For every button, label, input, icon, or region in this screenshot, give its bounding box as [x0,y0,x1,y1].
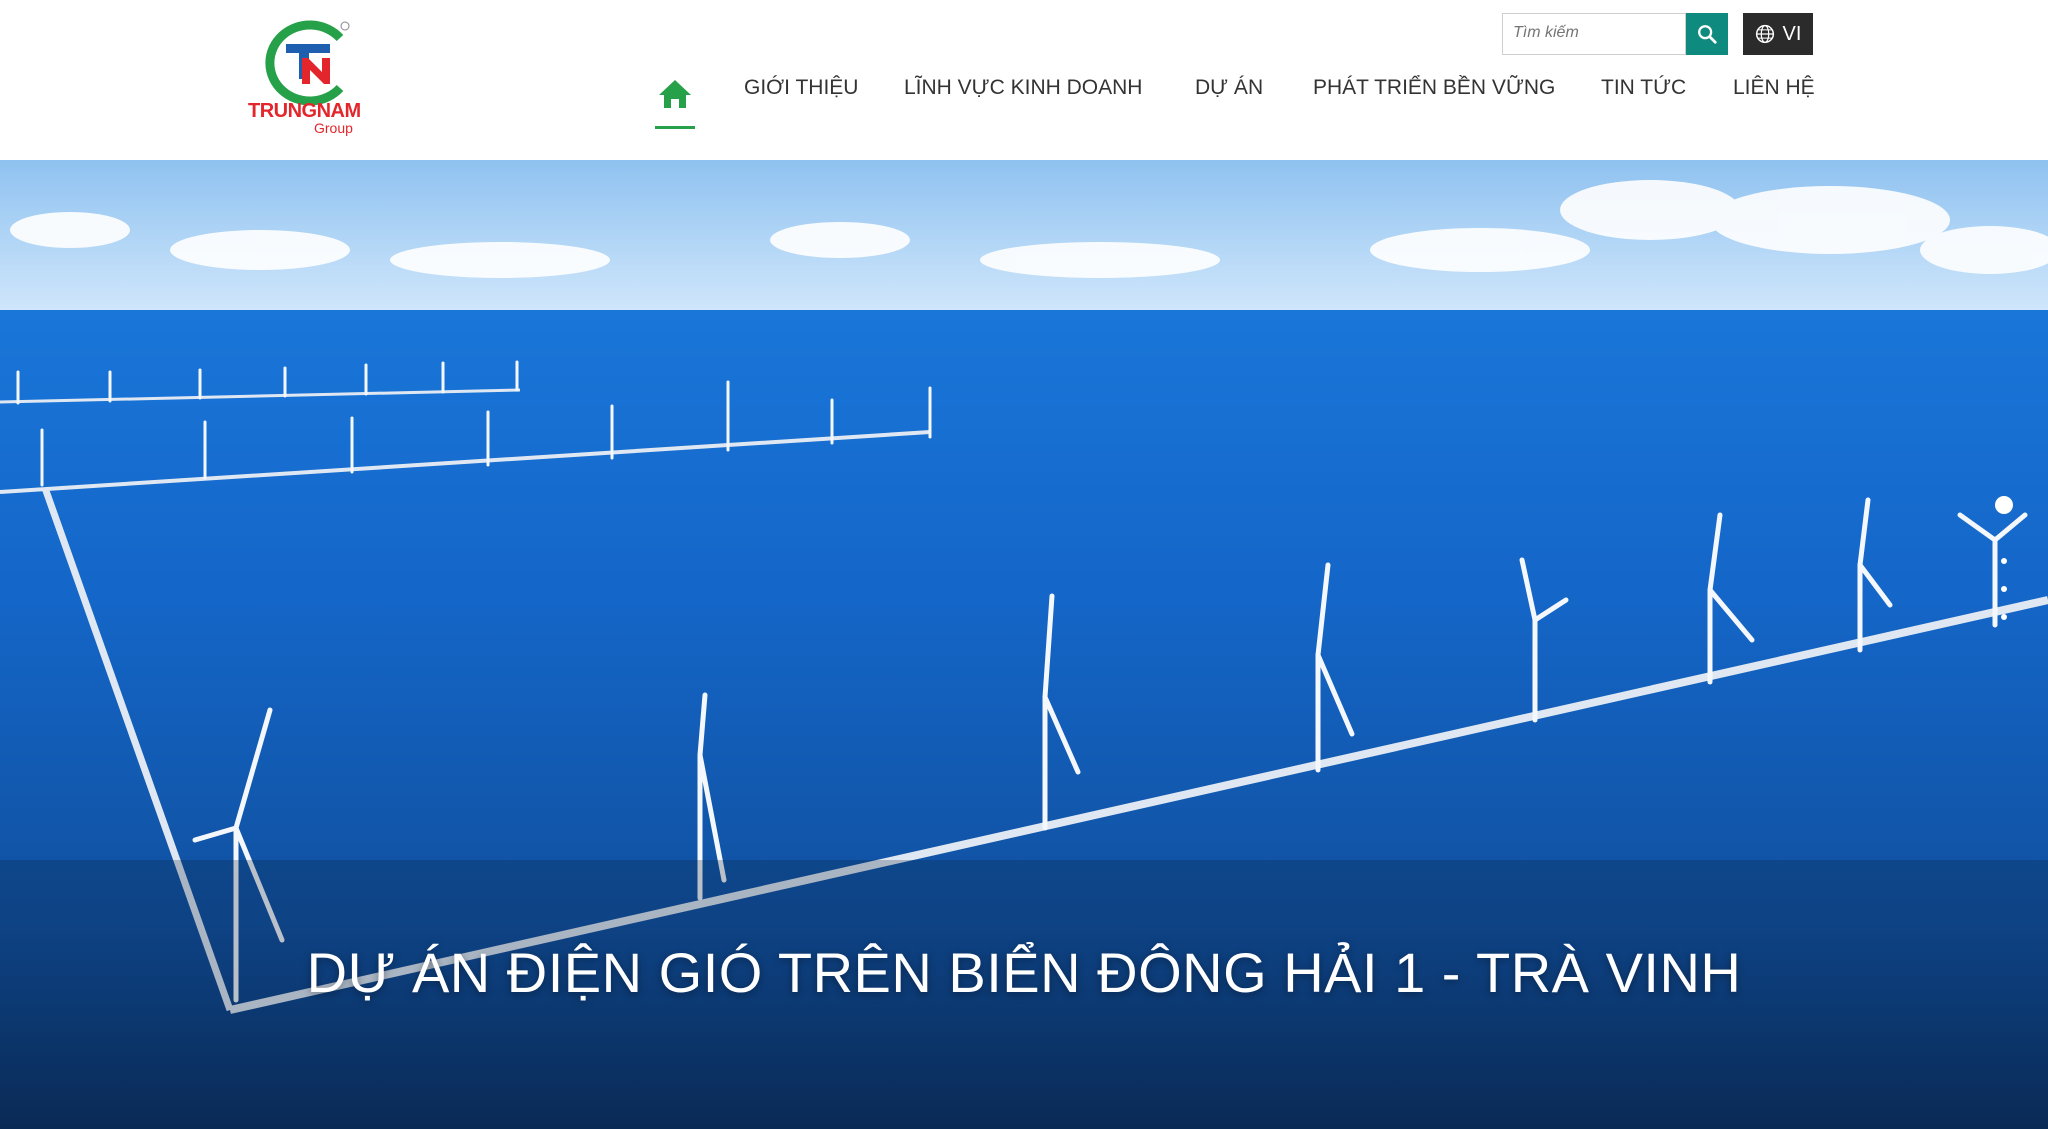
search-icon [1698,25,1717,44]
slide-dot-1[interactable] [1995,496,2013,514]
search-button[interactable] [1686,13,1728,55]
slide-dot-4[interactable] [2001,614,2007,620]
language-switcher[interactable]: VI [1743,13,1813,55]
nav-item-du-an[interactable]: DỰ ÁN [1195,76,1263,100]
site-header: TRUNGNAM Group VI GIỚI THIỆU LĨNH VỰC KI… [0,0,2048,160]
nav-item-lien-he[interactable]: LIÊN HỆ [1733,76,1815,100]
search-input[interactable] [1503,14,1693,52]
slide-dot-2[interactable] [2001,558,2007,564]
nav-active-indicator [655,126,695,129]
home-icon [659,80,691,108]
nav-item-linh-vuc-kinh-doanh[interactable]: LĨNH VỰC KINH DOANH [904,76,1142,100]
slide-dot-3[interactable] [2001,586,2007,592]
nav-item-gioi-thieu[interactable]: GIỚI THIỆU [744,76,858,100]
logo-mark [265,20,350,106]
nav-home[interactable] [655,74,695,114]
nav-item-tin-tuc[interactable]: TIN TỨC [1601,76,1686,100]
company-logo[interactable]: TRUNGNAM Group [244,18,368,140]
logo-subtext: Group [314,120,353,136]
nav-item-phat-trien-ben-vung[interactable]: PHÁT TRIỂN BỀN VỮNG [1313,76,1555,100]
globe-icon [1755,24,1774,44]
language-label: VI [1782,22,1802,45]
hero-title: DỰ ÁN ĐIỆN GIÓ TRÊN BIỂN ĐÔNG HẢI 1 - TR… [306,941,1742,1004]
search-field[interactable] [1502,13,1693,55]
